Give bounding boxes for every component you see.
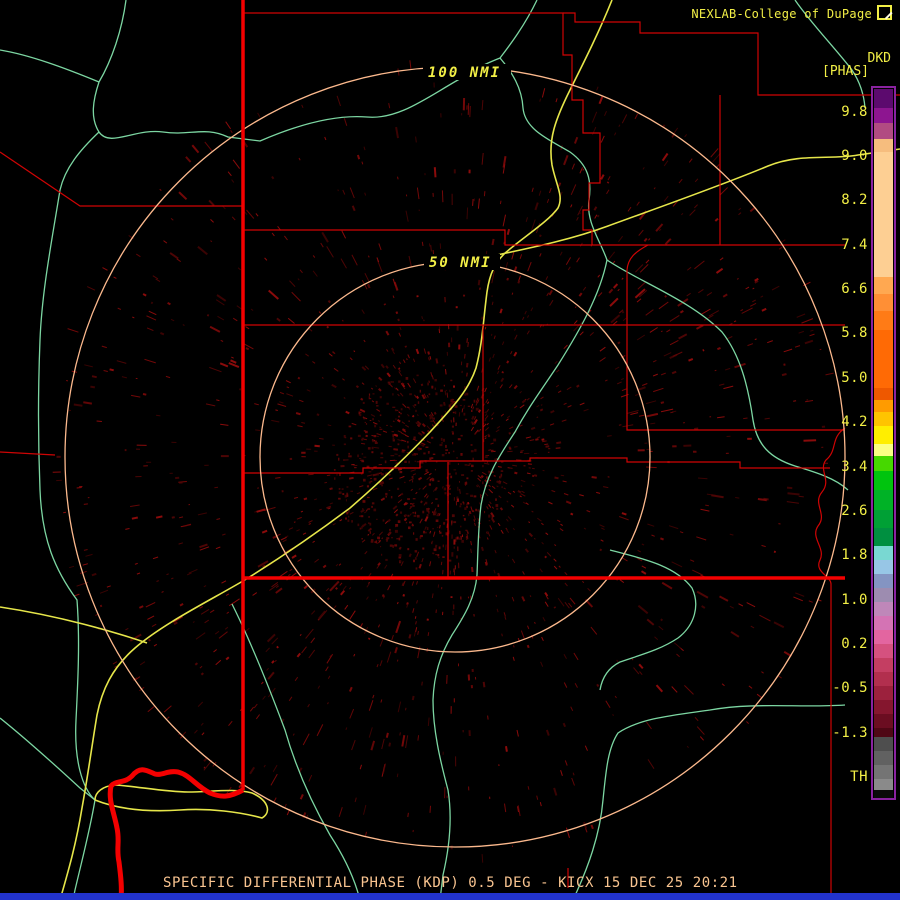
ring-label-100: 100 NMI bbox=[423, 64, 511, 81]
color-scale-tick: 5.8 bbox=[841, 325, 868, 341]
color-scale-tick: TH bbox=[850, 769, 868, 785]
color-scale-segment bbox=[874, 152, 893, 277]
color-scale-tick: -1.3 bbox=[832, 725, 868, 741]
color-scale-tick: 4.2 bbox=[841, 414, 868, 430]
color-scale-segment bbox=[874, 311, 893, 330]
color-scale-segment bbox=[874, 490, 893, 510]
units-label: [PHAS] bbox=[822, 64, 869, 79]
color-scale-segment bbox=[874, 456, 893, 471]
color-scale-tick: 3.4 bbox=[841, 459, 868, 475]
color-scale-segment bbox=[874, 700, 893, 714]
highway-lines bbox=[0, 0, 900, 900]
color-scale-segment bbox=[874, 412, 893, 426]
ring-50-label: 50 NMI bbox=[429, 255, 492, 271]
color-scale-segment bbox=[874, 658, 893, 672]
color-scale-segment bbox=[874, 89, 893, 108]
color-scale-segment bbox=[874, 400, 893, 412]
color-scale-segment bbox=[874, 574, 893, 588]
color-scale-segment bbox=[874, 790, 893, 798]
range-rings bbox=[64, 66, 846, 848]
color-scale-segment bbox=[874, 471, 893, 490]
color-scale-segment bbox=[874, 686, 893, 700]
color-scale-tick: 6.6 bbox=[841, 281, 868, 297]
color-scale-segment bbox=[874, 528, 893, 546]
color-scale-bar bbox=[871, 86, 896, 800]
state-lines bbox=[107, 0, 845, 900]
color-scale-tick: 1.8 bbox=[841, 547, 868, 563]
radar-display: 100 NMI 50 NMI NEXLAB-College of DuPage … bbox=[0, 0, 900, 900]
river-lines bbox=[0, 0, 866, 900]
college-of-dupage-logo-icon bbox=[877, 5, 892, 20]
color-scale-segment bbox=[874, 737, 893, 751]
bottom-blue-strip bbox=[0, 893, 900, 900]
color-scale-segment bbox=[874, 294, 893, 311]
color-scale-segment bbox=[874, 714, 893, 728]
color-scale-tick: 9.8 bbox=[841, 104, 868, 120]
color-scale-segment bbox=[874, 616, 893, 630]
color-scale-segment bbox=[874, 602, 893, 616]
color-scale-tick: 1.0 bbox=[841, 592, 868, 608]
color-scale-segment bbox=[874, 108, 893, 123]
color-scale-segment bbox=[874, 139, 893, 152]
radar-map: 100 NMI 50 NMI bbox=[0, 0, 900, 900]
color-scale-segment bbox=[874, 728, 893, 737]
color-scale-segment bbox=[874, 510, 893, 528]
color-scale-segment bbox=[874, 123, 893, 139]
color-scale-segment bbox=[874, 388, 893, 400]
color-scale-tick: 5.0 bbox=[841, 370, 868, 386]
status-bar-text: SPECIFIC DIFFERENTIAL PHASE (KDP) 0.5 DE… bbox=[163, 875, 738, 891]
ring-label-50: 50 NMI bbox=[424, 254, 500, 271]
color-scale-segment bbox=[874, 751, 893, 765]
color-scale-tick: 0.2 bbox=[841, 636, 868, 652]
color-scale-tick: 2.6 bbox=[841, 503, 868, 519]
ring-100-label: 100 NMI bbox=[428, 65, 501, 81]
color-scale-segment bbox=[874, 588, 893, 602]
color-scale-tick: 9.0 bbox=[841, 148, 868, 164]
color-scale-segment bbox=[874, 560, 893, 574]
ring-50nmi bbox=[259, 261, 651, 653]
color-scale-segment bbox=[874, 546, 893, 560]
color-scale-segment bbox=[874, 444, 893, 456]
color-scale-segment bbox=[874, 630, 893, 644]
color-scale-tick: -0.5 bbox=[832, 680, 868, 696]
color-scale-tick: 7.4 bbox=[841, 237, 868, 253]
color-scale-segment bbox=[874, 672, 893, 686]
color-scale-segment bbox=[874, 765, 893, 779]
color-scale-segment bbox=[874, 779, 893, 790]
color-scale-segment bbox=[874, 426, 893, 444]
brand-text: NEXLAB-College of DuPage bbox=[691, 7, 872, 21]
color-scale-segment bbox=[874, 644, 893, 658]
ring-100nmi bbox=[64, 66, 846, 848]
color-scale-segment bbox=[874, 330, 893, 388]
color-scale-segment bbox=[874, 277, 893, 294]
product-code-label: DKD bbox=[867, 51, 891, 66]
county-lines bbox=[0, 12, 900, 896]
color-scale-tick: 8.2 bbox=[841, 192, 868, 208]
